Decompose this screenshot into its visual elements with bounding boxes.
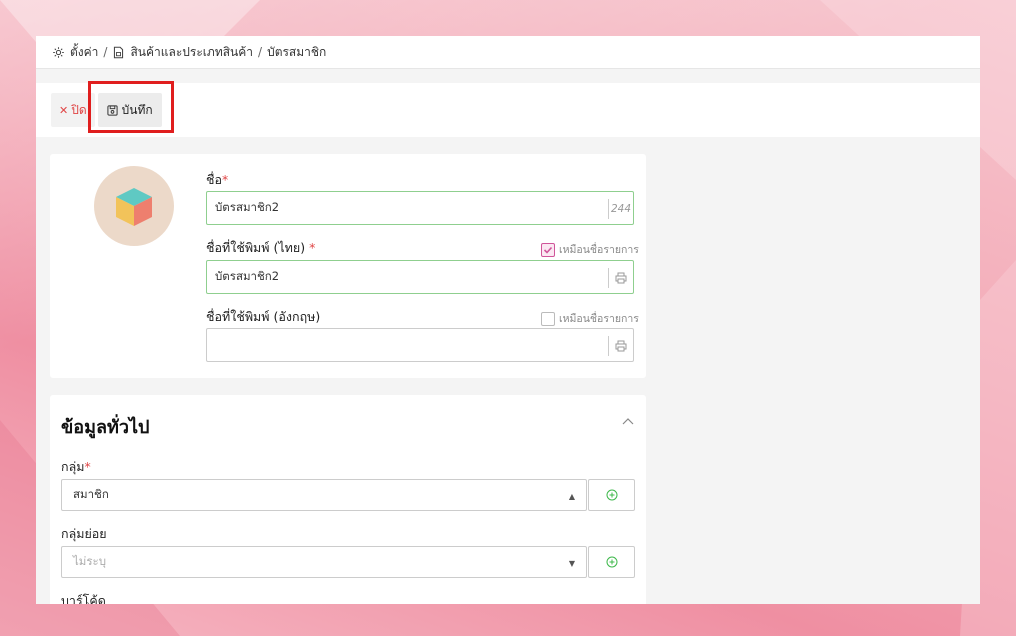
general-info-card: ข้อมูลทั่วไป กลุ่ม* สมาชิก ▲ กลุ่มย่อย ไ… [50, 395, 646, 604]
breadcrumb-current: บัตรสมาชิก [267, 44, 327, 59]
name-field[interactable]: บัตรสมาชิก2 244 [206, 191, 634, 225]
print-en-same-label: เหมือนชื่อรายการ [559, 313, 639, 325]
toolbar: ✕ ปิด บันทึก [36, 83, 980, 137]
item-name-card: ชื่อ* บัตรสมาชิก2 244 ชื่อที่ใช้พิมพ์ (ไ… [50, 154, 646, 378]
printer-icon[interactable] [608, 268, 633, 288]
chevron-up-icon[interactable] [622, 417, 634, 425]
print-name-th-field[interactable]: บัตรสมาชิก2 [206, 260, 634, 294]
caret-down-icon: ▼ [568, 559, 575, 568]
close-button-label: ปิด [71, 102, 87, 117]
gear-icon [53, 46, 64, 58]
print-name-en-label: ชื่อที่ใช้พิมพ์ (อังกฤษ) [206, 309, 321, 324]
document-icon [114, 46, 124, 58]
breadcrumb-separator: / [103, 45, 108, 59]
print-name-en-field[interactable] [206, 328, 634, 362]
section-title: ข้อมูลทั่วไป [61, 417, 150, 438]
barcode-label: บาร์โค้ด [61, 593, 106, 604]
plus-circle-icon [606, 489, 617, 501]
subgroup-select[interactable]: ไม่ระบุ ▼ [61, 546, 587, 578]
breadcrumb-separator: / [258, 45, 263, 59]
add-subgroup-button[interactable] [588, 546, 635, 578]
print-th-same-label: เหมือนชื่อรายการ [559, 244, 639, 256]
cube-icon [116, 188, 152, 226]
breadcrumb-settings[interactable]: ตั้งค่า [70, 43, 98, 62]
add-group-button[interactable] [588, 479, 635, 511]
caret-up-icon: ▲ [568, 492, 575, 501]
checkbox-checked-icon [541, 242, 555, 257]
close-icon: ✕ [59, 103, 69, 117]
group-select[interactable]: สมาชิก ▲ [61, 479, 587, 511]
checkbox-unchecked-icon [541, 311, 555, 326]
breadcrumb: ตั้งค่า / สินค้าและประเภทสินค้า / บัตรสม… [36, 36, 980, 69]
print-en-same-checkbox[interactable]: เหมือนชื่อรายการ [541, 310, 639, 327]
plus-circle-icon [606, 556, 617, 568]
print-th-same-checkbox[interactable]: เหมือนชื่อรายการ [541, 241, 639, 258]
name-label: ชื่อ* [206, 172, 229, 187]
print-name-th-label: ชื่อที่ใช้พิมพ์ (ไทย) * [206, 240, 316, 255]
app-window: ตั้งค่า / สินค้าและประเภทสินค้า / บัตรสม… [36, 36, 980, 604]
name-char-counter: 244 [608, 199, 633, 219]
breadcrumb-products[interactable]: สินค้าและประเภทสินค้า [130, 43, 253, 62]
subgroup-label: กลุ่มย่อย [61, 526, 107, 541]
item-image[interactable] [94, 166, 174, 246]
group-label: กลุ่ม* [61, 459, 91, 474]
save-button-highlight [88, 81, 174, 133]
printer-icon[interactable] [608, 336, 633, 356]
